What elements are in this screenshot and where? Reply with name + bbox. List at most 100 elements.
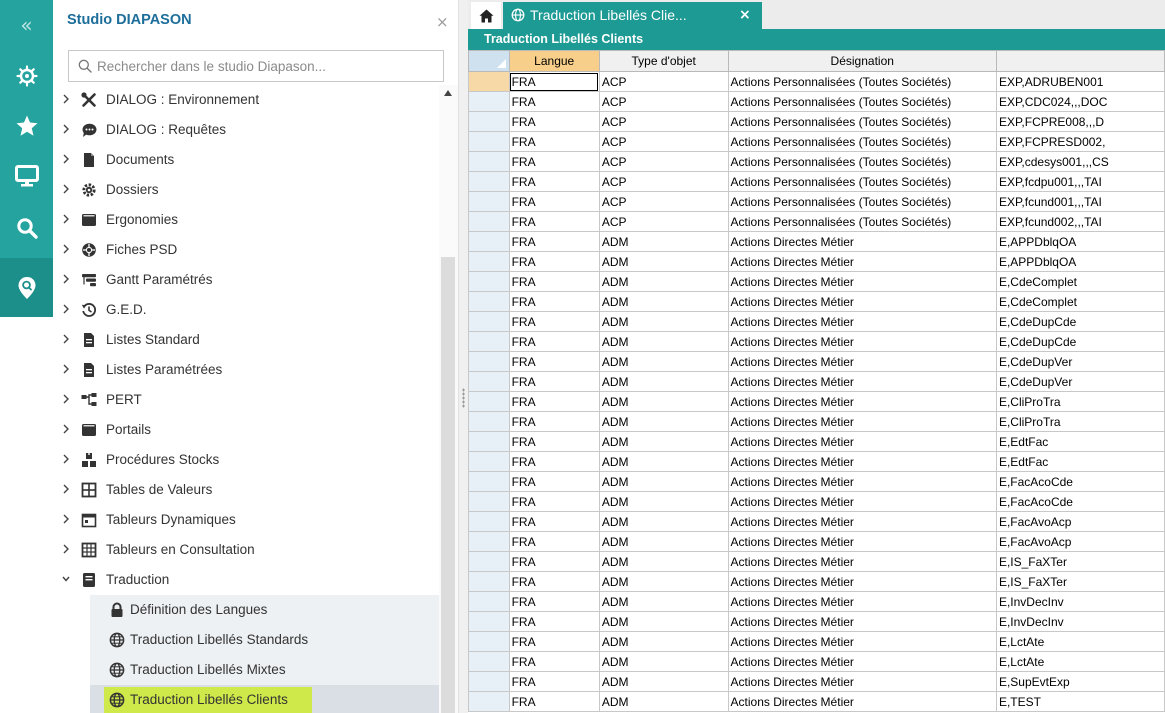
table-cell[interactable]: ACP: [598, 131, 729, 152]
table-cell[interactable]: Actions Directes Métier: [727, 591, 997, 612]
table-cell[interactable]: Actions Directes Métier: [727, 371, 997, 392]
collapse-rail-button[interactable]: «: [0, 0, 53, 50]
row-header[interactable]: [468, 611, 510, 632]
table-cell[interactable]: FRA: [508, 411, 600, 432]
table-row[interactable]: FRA ADM Actions Directes Métier E,CdeDupVer: [468, 351, 1165, 372]
table-cell[interactable]: E,CliProTra: [995, 411, 1165, 432]
table-cell[interactable]: E,InvDecInv: [995, 611, 1165, 632]
tree-item-procedures-stocks[interactable]: Procédures Stocks: [53, 445, 439, 475]
table-cell[interactable]: FRA: [508, 271, 600, 292]
table-row[interactable]: FRA ADM Actions Directes Métier E,CdeDupCde: [468, 331, 1165, 352]
table-cell[interactable]: E,EdtFac: [995, 431, 1165, 452]
table-cell[interactable]: ADM: [598, 591, 729, 612]
table-cell[interactable]: Actions Personnalisées (Toutes Sociétés): [727, 111, 997, 132]
row-header[interactable]: [468, 591, 510, 612]
row-header[interactable]: [468, 431, 510, 452]
table-row[interactable]: FRA ADM Actions Directes Métier E,CliProTra: [468, 411, 1165, 432]
scrollbar-thumb[interactable]: [441, 257, 455, 713]
table-cell[interactable]: FRA: [508, 191, 600, 212]
table-cell[interactable]: FRA: [508, 431, 600, 452]
table-cell[interactable]: ACP: [598, 151, 729, 172]
table-cell[interactable]: Actions Directes Métier: [727, 471, 997, 492]
tab-home[interactable]: [471, 2, 501, 29]
row-header[interactable]: [468, 291, 510, 312]
row-header[interactable]: [468, 131, 510, 152]
scroll-up-arrow-icon[interactable]: [444, 90, 452, 96]
table-cell[interactable]: FRA: [508, 171, 600, 192]
table-cell[interactable]: FRA: [508, 491, 600, 512]
row-header[interactable]: [468, 671, 510, 692]
chevron-right-icon[interactable]: [61, 513, 71, 525]
row-header[interactable]: [468, 351, 510, 372]
rail-monitor-button[interactable]: [0, 151, 53, 201]
table-cell[interactable]: FRA: [508, 671, 600, 692]
table-cell[interactable]: Actions Directes Métier: [727, 251, 997, 272]
table-cell[interactable]: ADM: [598, 531, 729, 552]
tree-item-ged[interactable]: G.E.D.: [53, 295, 439, 325]
table-row[interactable]: FRA ADM Actions Directes Métier E,EdtFac: [468, 451, 1165, 472]
table-cell[interactable]: Actions Directes Métier: [727, 551, 997, 572]
table-row[interactable]: FRA ADM Actions Directes Métier E,CdeComple…: [468, 271, 1165, 292]
table-cell[interactable]: Actions Directes Métier: [727, 571, 997, 592]
table-row[interactable]: FRA ADM Actions Directes Métier E,APPDblqOA: [468, 251, 1165, 272]
table-cell[interactable]: E,LctAte: [995, 631, 1165, 652]
table-row[interactable]: FRA ADM Actions Directes Métier E,CdeDupCde: [468, 311, 1165, 332]
table-cell[interactable]: Actions Personnalisées (Toutes Sociétés): [727, 211, 997, 232]
table-row[interactable]: FRA ADM Actions Directes Métier E,IS_FaXTer: [468, 551, 1165, 572]
row-header[interactable]: [468, 531, 510, 552]
close-tab-button[interactable]: ×: [739, 7, 751, 23]
column-header-designation[interactable]: Désignation: [727, 50, 997, 72]
table-cell[interactable]: FRA: [508, 251, 600, 272]
table-cell[interactable]: FRA: [508, 371, 600, 392]
row-header[interactable]: [468, 251, 510, 272]
chevron-right-icon[interactable]: [61, 303, 71, 315]
table-cell[interactable]: FRA: [508, 531, 600, 552]
chevron-right-icon[interactable]: [61, 393, 71, 405]
table-cell[interactable]: E,CdeComplet: [995, 291, 1165, 312]
table-cell[interactable]: E,FacAvoAcp: [995, 511, 1165, 532]
table-row[interactable]: FRA ADM Actions Directes Métier E,FacAvoAcp: [468, 531, 1165, 552]
table-cell[interactable]: ADM: [598, 691, 729, 712]
table-cell[interactable]: FRA: [508, 571, 600, 592]
table-row[interactable]: FRA ADM Actions Directes Métier E,InvDecInv: [468, 591, 1165, 612]
tree-item-dossiers[interactable]: Dossiers: [53, 175, 439, 205]
row-header[interactable]: [468, 151, 510, 172]
column-header-langue[interactable]: Langue: [508, 50, 600, 72]
tree-item-portails[interactable]: Portails: [53, 415, 439, 445]
table-cell[interactable]: ACP: [598, 211, 729, 232]
row-header[interactable]: [468, 511, 510, 532]
chevron-right-icon[interactable]: [61, 243, 71, 255]
table-cell[interactable]: ADM: [598, 291, 729, 312]
column-header-type-objet[interactable]: Type d'objet: [598, 50, 729, 72]
table-cell[interactable]: E,FacAvoAcp: [995, 531, 1165, 552]
row-header[interactable]: [468, 231, 510, 252]
table-cell[interactable]: FRA: [508, 631, 600, 652]
table-cell[interactable]: E,CdeDupCde: [995, 331, 1165, 352]
table-cell[interactable]: Actions Personnalisées (Toutes Sociétés): [727, 91, 997, 112]
table-cell[interactable]: E,TEST: [995, 691, 1165, 712]
table-cell[interactable]: Actions Directes Métier: [727, 611, 997, 632]
table-row[interactable]: FRA ACP Actions Personnalisées (Toutes Soc…: [468, 71, 1165, 92]
table-row[interactable]: FRA ADM Actions Directes Métier E,EdtFac: [468, 431, 1165, 452]
tree-scrollbar[interactable]: [439, 85, 458, 713]
tree-item-tableurs-en-consultation[interactable]: Tableurs en Consultation: [53, 535, 439, 565]
row-header[interactable]: [468, 631, 510, 652]
table-cell[interactable]: ADM: [598, 551, 729, 572]
row-header[interactable]: [468, 491, 510, 512]
tree-item-pert[interactable]: PERT: [53, 385, 439, 415]
row-header[interactable]: [468, 191, 510, 212]
table-row[interactable]: FRA ADM Actions Directes Métier E,CdeDupVer: [468, 371, 1165, 392]
table-cell[interactable]: E,LctAte: [995, 651, 1165, 672]
chevron-right-icon[interactable]: [61, 483, 71, 495]
table-row[interactable]: FRA ADM Actions Directes Métier E,IS_FaXTer: [468, 571, 1165, 592]
chevron-right-icon[interactable]: [61, 153, 71, 165]
table-cell[interactable]: ADM: [598, 391, 729, 412]
close-studio-button[interactable]: ×: [436, 13, 449, 31]
table-cell[interactable]: Actions Directes Métier: [727, 291, 997, 312]
row-header[interactable]: [468, 651, 510, 672]
table-cell[interactable]: E,CdeComplet: [995, 271, 1165, 292]
table-cell[interactable]: FRA: [508, 351, 600, 372]
table-cell[interactable]: E,CdeDupVer: [995, 351, 1165, 372]
chevron-right-icon[interactable]: [61, 183, 71, 195]
tree-item-ergonomies[interactable]: Ergonomies: [53, 205, 439, 235]
